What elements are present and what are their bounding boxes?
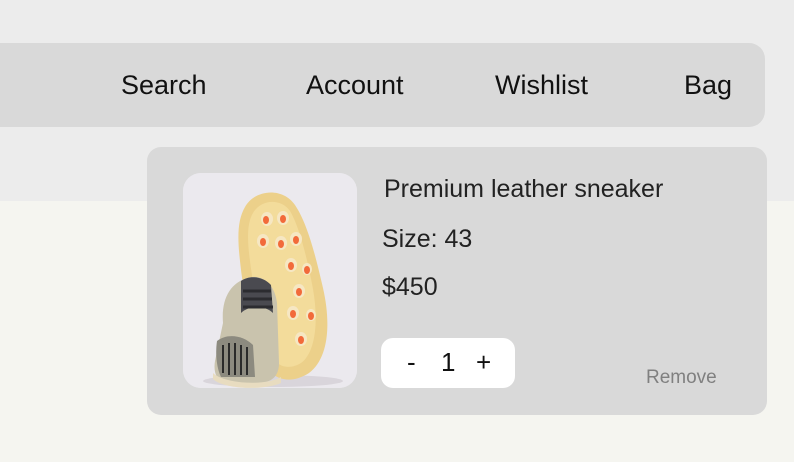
decrement-button[interactable]: - <box>407 347 416 377</box>
product-price: $450 <box>382 273 438 301</box>
increment-button[interactable]: + <box>476 347 491 377</box>
product-image[interactable] <box>183 173 357 388</box>
top-navigation-bar: Search Account Wishlist Bag <box>0 43 765 127</box>
product-size: Size: 43 <box>382 225 473 253</box>
nav-account-link[interactable]: Account <box>306 69 404 101</box>
quantity-value: 1 <box>441 347 456 377</box>
nav-search-link[interactable]: Search <box>121 69 207 101</box>
sneaker-image-icon <box>183 173 357 388</box>
bag-item-card: Premium leather sneaker Size: 43 $450 - … <box>147 147 767 415</box>
product-name[interactable]: Premium leather sneaker <box>384 175 663 204</box>
remove-button[interactable]: Remove <box>646 367 717 389</box>
quantity-stepper: - 1 + <box>381 338 515 388</box>
nav-bag-link[interactable]: Bag <box>684 69 732 101</box>
nav-wishlist-link[interactable]: Wishlist <box>495 69 588 101</box>
